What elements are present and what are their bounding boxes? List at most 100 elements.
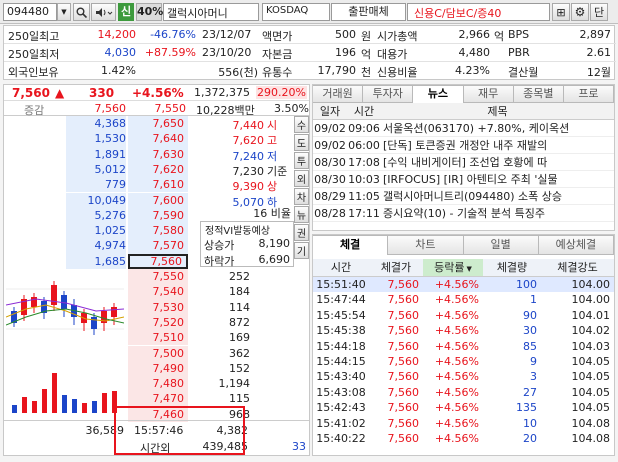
side-tab-6[interactable]: 권: [294, 224, 309, 241]
summary-price: 7,240: [232, 149, 265, 163]
news-title[interactable]: [수익 내비게이터] 조선업 호황에 따: [381, 154, 614, 170]
info-value: +87.59%: [144, 46, 196, 59]
ask-price[interactable]: 7,560: [128, 253, 188, 269]
news-tab-0[interactable]: 거래원: [313, 85, 364, 103]
bid-qty[interactable]: 115: [190, 391, 250, 406]
news-row[interactable]: 09/02 09:06 서울옥션(063170) +7.80%, 케이옥션: [313, 120, 614, 137]
side-tab-4[interactable]: 차: [294, 188, 309, 205]
info-value: 556(천): [218, 66, 258, 79]
trade-qty: 100: [516, 278, 537, 291]
ask-qty[interactable]: 4,368: [66, 116, 126, 132]
ask-qty[interactable]: 1,530: [66, 131, 126, 147]
bid-qty[interactable]: 872: [190, 315, 250, 330]
trade-price: 7,560: [387, 339, 420, 353]
bid-price[interactable]: 7,540: [128, 284, 188, 300]
stock-code-field[interactable]: 094480: [3, 3, 57, 21]
credit-status-label: 신용C/담보C/증40: [407, 3, 550, 21]
side-tab-5[interactable]: 뉴: [294, 206, 309, 223]
trade-row: 15:44:15 7,560 +4.56% 9 104.05: [313, 354, 614, 369]
search-button[interactable]: [73, 3, 90, 21]
ask-qty[interactable]: 5,276: [66, 207, 126, 224]
single-view-button[interactable]: 단: [590, 3, 608, 21]
ask-price[interactable]: 7,570: [128, 238, 188, 254]
news-row[interactable]: 08/30 10:03 [IRFOCUS] [IR] 아텐티오 주최 '실물: [313, 171, 614, 188]
news-time: 17:08: [348, 156, 380, 169]
trade-rate: +4.56%: [434, 354, 479, 368]
news-title[interactable]: [단독] 토큰증권 개정안 내주 재발의: [381, 137, 614, 153]
trade-tab-3[interactable]: 예상체결: [538, 235, 614, 255]
side-tab-1[interactable]: 도: [294, 134, 309, 151]
grid-button[interactable]: ⊞: [552, 3, 570, 21]
ask-qty[interactable]: 1,025: [66, 223, 126, 239]
ask-qty[interactable]: 779: [66, 177, 126, 193]
dropdown-button[interactable]: ▼: [57, 3, 71, 21]
bid-price[interactable]: 7,550: [128, 269, 188, 285]
trade-tab-2[interactable]: 일별: [463, 235, 539, 255]
news-tab-5[interactable]: 프로: [563, 85, 615, 103]
bid-qty[interactable]: 114: [190, 300, 250, 315]
trade-tab-0[interactable]: 체결: [313, 235, 389, 255]
bid-qty[interactable]: 184: [190, 284, 250, 299]
sound-button[interactable]: [91, 3, 116, 21]
bid-total: 33: [292, 440, 306, 453]
news-title[interactable]: 서울옥션(063170) +7.80%, 케이옥션: [381, 120, 614, 136]
bid-price[interactable]: 7,490: [128, 360, 188, 377]
news-row[interactable]: 08/30 17:08 [수익 내비게이터] 조선업 호황에 따: [313, 154, 614, 171]
trade-price: 7,560: [387, 308, 420, 322]
news-tab-2[interactable]: 뉴스: [413, 85, 464, 103]
trade-rate: +4.56%: [434, 370, 479, 384]
news-title[interactable]: [IRFOCUS] [IR] 아텐티오 주최 '실물: [381, 171, 614, 187]
bid-qty[interactable]: 169: [190, 330, 250, 345]
side-tab-3[interactable]: 외: [294, 170, 309, 187]
ask-qty[interactable]: 10,049: [66, 192, 126, 208]
settings-button[interactable]: ⚙: [571, 3, 589, 21]
side-tab-0[interactable]: 수: [294, 116, 309, 133]
ask-qty[interactable]: 5,012: [66, 161, 126, 178]
stock-name-field[interactable]: 갤럭시아머니: [163, 3, 259, 21]
news-tab-1[interactable]: 투자자: [363, 85, 414, 103]
ask-price[interactable]: 7,630: [128, 146, 188, 162]
side-tab-7[interactable]: 기: [294, 242, 309, 259]
info-label: 자본금: [262, 48, 293, 61]
news-row[interactable]: 09/02 06:00 [단독] 토큰증권 개정안 내주 재발의: [313, 137, 614, 154]
col-qty: 체결량: [496, 261, 528, 274]
ask-price[interactable]: 7,580: [128, 223, 188, 239]
trade-qty: 1: [530, 293, 537, 307]
trade-price: 7,560: [387, 278, 420, 291]
ask-qty[interactable]: 4,974: [66, 238, 126, 254]
trade-row: 15:43:40 7,560 +4.56% 3 104.05: [313, 369, 614, 384]
ask-price[interactable]: 7,590: [128, 207, 188, 224]
ask-qty[interactable]: 1,685: [66, 253, 126, 269]
bid-price[interactable]: 7,480: [128, 376, 188, 392]
trade-tab-1[interactable]: 차트: [388, 235, 464, 255]
news-row[interactable]: 08/28 17:11 증시요약(10) - 기술적 분석 특징주: [313, 205, 614, 222]
news-tab-4[interactable]: 종목별: [513, 85, 564, 103]
ask-price[interactable]: 7,610: [128, 177, 188, 193]
up-arrow-icon: ▲: [55, 86, 65, 100]
bid-qty[interactable]: 252: [190, 269, 250, 284]
ask-qty[interactable]: 1,891: [66, 146, 126, 162]
bid-price[interactable]: 7,520: [128, 314, 188, 331]
news-time: 06:00: [348, 139, 380, 152]
bid-price[interactable]: 7,470: [128, 391, 188, 407]
bid-qty[interactable]: 1,194: [190, 376, 251, 391]
bid-price[interactable]: 7,500: [128, 345, 188, 361]
news-title[interactable]: 갤럭시아머니트리(094480) 소폭 상승: [381, 188, 614, 204]
ask-price[interactable]: 7,600: [128, 192, 188, 208]
trade-time: 15:41:02: [316, 416, 366, 430]
bid-qty[interactable]: 152: [190, 361, 250, 376]
ask-price[interactable]: 7,640: [128, 131, 188, 147]
ask-price[interactable]: 7,650: [128, 116, 188, 132]
side-tab-2[interactable]: 투: [294, 152, 309, 169]
sort-down-icon[interactable]: ▼: [466, 265, 471, 273]
bid-qty[interactable]: 362: [190, 346, 250, 361]
news-row[interactable]: 08/29 11:05 갤럭시아머니트리(094480) 소폭 상승: [313, 188, 614, 205]
news-panel: 거래원 투자자 뉴스 재무 종목별 프로 일자 시간 제목 09/02 09:06 서울옥션(…: [312, 84, 615, 231]
news-tab-3[interactable]: 재무: [463, 85, 514, 103]
info-value: 4,030: [104, 46, 137, 59]
news-title[interactable]: 증시요약(10) - 기술적 분석 특징주: [381, 205, 614, 221]
price-change: 330: [89, 86, 115, 100]
bid-price[interactable]: 7,530: [128, 299, 188, 315]
ask-price[interactable]: 7,620: [128, 161, 188, 178]
bid-price[interactable]: 7,510: [128, 330, 188, 346]
